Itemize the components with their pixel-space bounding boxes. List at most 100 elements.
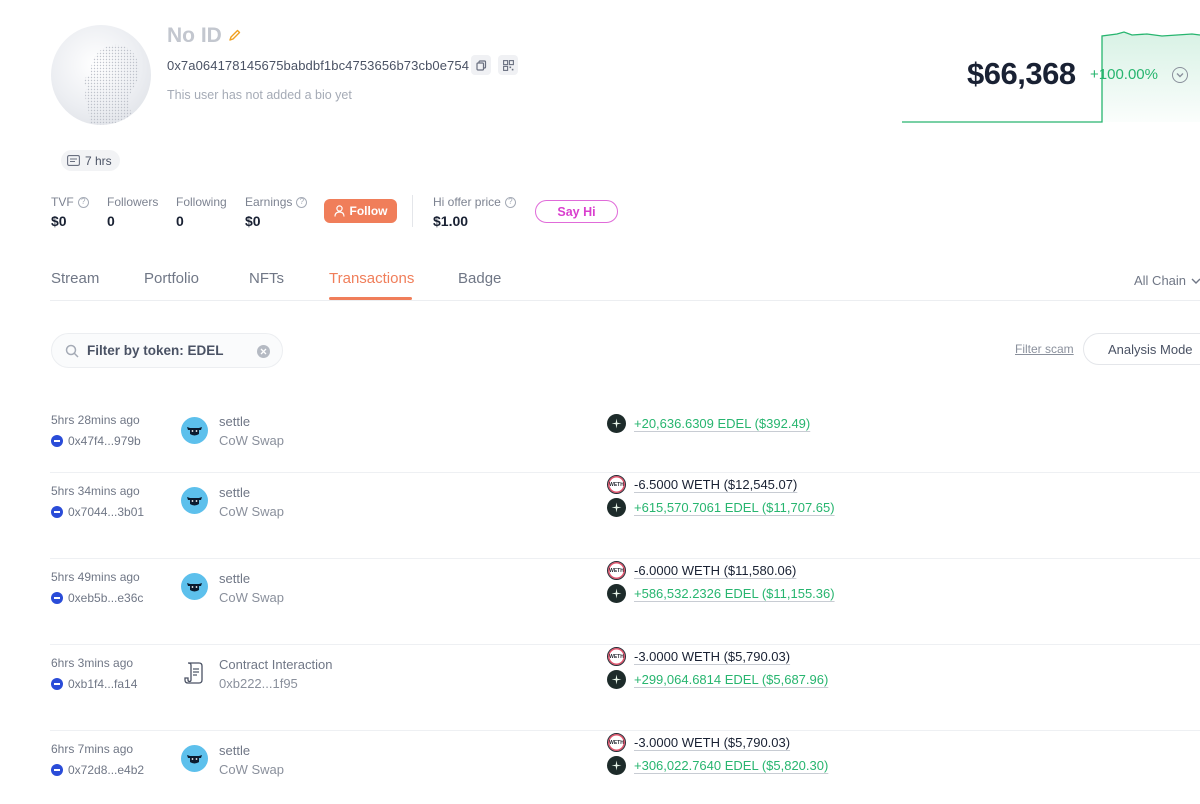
edel-token-icon (607, 414, 626, 433)
weth-token-icon: WETH (607, 475, 626, 494)
token-amount[interactable]: +299,064.6814 EDEL ($5,687.96) (634, 672, 828, 687)
analysis-mode-button[interactable]: Analysis Mode (1083, 333, 1200, 365)
tx-time: 5hrs 34mins ago (51, 484, 140, 498)
avatar (51, 25, 151, 125)
token-change: +615,570.7061 EDEL ($11,707.65) (607, 498, 835, 517)
tx-method: settle (219, 743, 251, 758)
token-amount[interactable]: +20,636.6309 EDEL ($392.49) (634, 416, 810, 431)
token-amount[interactable]: -6.5000 WETH ($12,545.07) (634, 477, 797, 492)
hi-offer-price: Hi offer price? $1.00 (433, 195, 516, 229)
stat-value: 0 (107, 213, 115, 229)
cow-icon (181, 487, 208, 514)
search-icon (65, 344, 79, 358)
stat-label: Following (176, 195, 227, 209)
edit-name-icon[interactable] (228, 28, 242, 42)
token-change: +20,636.6309 EDEL ($392.49) (607, 414, 810, 433)
clear-icon[interactable] (257, 345, 270, 358)
ethereum-chain-icon (51, 678, 63, 690)
chain-select-label: All Chain (1134, 273, 1187, 288)
tx-hash: 0x47f4...979b (68, 434, 141, 448)
weth-token-icon: WETH (607, 647, 626, 666)
expand-chart-button[interactable] (1172, 67, 1188, 83)
tx-project: CoW Swap (219, 762, 285, 777)
tab-badge[interactable]: Badge (458, 270, 501, 287)
tx-hash: 0x72d8...e4b2 (68, 763, 145, 777)
stat-followers[interactable]: Followers 0 (107, 195, 158, 229)
edel-token-icon (607, 498, 626, 517)
cow-icon (181, 417, 208, 444)
edel-token-icon (607, 756, 626, 775)
tx-project: CoW Swap (219, 504, 285, 519)
divider (412, 195, 413, 227)
transaction-row: 6hrs 7mins ago 0x72d8...e4b2 settle CoW S… (50, 731, 1200, 804)
id-card-icon (67, 155, 80, 166)
stat-label: Followers (107, 195, 159, 209)
qr-code-icon (502, 59, 514, 71)
token-amount[interactable]: +306,022.7640 EDEL ($5,820.30) (634, 758, 828, 773)
qr-code-button[interactable] (498, 55, 518, 75)
transaction-row: 5hrs 49mins ago 0xeb5b...e36c settle CoW … (50, 559, 1200, 645)
tx-hash-link[interactable]: 0x7044...3b01 (51, 505, 144, 519)
edel-token-icon (607, 670, 626, 689)
networth-value: $66,368 (967, 56, 1076, 91)
ethereum-chain-icon (51, 592, 63, 604)
tx-hash-link[interactable]: 0x47f4...979b (51, 434, 141, 448)
help-icon[interactable]: ? (296, 196, 308, 208)
stat-following[interactable]: Following 0 (176, 195, 227, 229)
profile-bio: This user has not added a bio yet (167, 88, 352, 102)
weth-token-icon: WETH (607, 733, 626, 752)
chain-select[interactable]: All Chain (1134, 273, 1200, 288)
transaction-row: 5hrs 34mins ago 0x7044...3b01 settle CoW … (50, 473, 1200, 559)
token-filter-input[interactable] (87, 343, 247, 358)
edel-token-icon (607, 584, 626, 603)
token-filter-box[interactable] (51, 333, 283, 368)
contract-icon (181, 659, 208, 686)
stat-value: $0 (51, 213, 67, 229)
token-amount[interactable]: -3.0000 WETH ($5,790.03) (634, 649, 790, 664)
help-icon[interactable]: ? (77, 196, 89, 208)
tx-hash-link[interactable]: 0x72d8...e4b2 (51, 763, 144, 777)
tx-method: settle (219, 414, 251, 429)
copy-icon (475, 59, 486, 71)
tx-time: 5hrs 49mins ago (51, 570, 140, 584)
chevron-down-icon (1176, 73, 1184, 78)
follow-button[interactable]: Follow (324, 199, 397, 223)
token-amount[interactable]: +615,570.7061 EDEL ($11,707.65) (634, 500, 835, 515)
tab-stream[interactable]: Stream (51, 270, 99, 287)
tx-hash-link[interactable]: 0xb1f4...fa14 (51, 677, 137, 691)
help-icon[interactable]: ? (504, 196, 516, 208)
filter-scam-link[interactable]: Filter scam (1015, 342, 1074, 356)
person-icon (333, 205, 345, 217)
copy-address-button[interactable] (471, 55, 491, 75)
token-change: WETH -6.5000 WETH ($12,545.07) (607, 475, 797, 494)
account-age-text: 7 hrs (85, 153, 112, 168)
ethereum-chain-icon (51, 764, 63, 776)
ethereum-chain-icon (51, 506, 63, 518)
token-change: +306,022.7640 EDEL ($5,820.30) (607, 756, 828, 775)
tx-project[interactable]: 0xb222...1f95 (219, 676, 298, 691)
tx-time: 6hrs 7mins ago (51, 742, 134, 756)
account-age-badge: 7 hrs (61, 150, 120, 171)
transaction-row: 6hrs 3mins ago 0xb1f4...fa14 Contract In… (50, 645, 1200, 731)
tab-portfolio[interactable]: Portfolio (144, 270, 199, 287)
tx-hash-link[interactable]: 0xeb5b...e36c (51, 591, 143, 605)
stat-tvf: TVF? $0 (51, 195, 89, 229)
profile-name: No ID (167, 24, 222, 47)
tab-nfts[interactable]: NFTs (249, 270, 284, 287)
token-change: WETH -3.0000 WETH ($5,790.03) (607, 733, 790, 752)
networth-change: +100.00% (1090, 66, 1158, 83)
avatar-silhouette-icon (84, 44, 141, 125)
stat-earnings: Earnings? $0 (245, 195, 308, 229)
token-amount[interactable]: +586,532.2326 EDEL ($11,155.36) (634, 586, 835, 601)
token-change: +299,064.6814 EDEL ($5,687.96) (607, 670, 828, 689)
stat-value: 0 (176, 213, 184, 229)
hi-offer-label: Hi offer price (433, 195, 501, 209)
follow-label: Follow (349, 204, 388, 218)
hi-offer-value: $1.00 (433, 213, 469, 229)
token-amount[interactable]: -6.0000 WETH ($11,580.06) (634, 563, 796, 578)
tab-transactions[interactable]: Transactions (329, 270, 414, 287)
token-amount[interactable]: -3.0000 WETH ($5,790.03) (634, 735, 790, 750)
tx-method: settle (219, 571, 251, 586)
say-hi-button[interactable]: Say Hi (535, 200, 618, 223)
token-change: WETH -6.0000 WETH ($11,580.06) (607, 561, 796, 580)
